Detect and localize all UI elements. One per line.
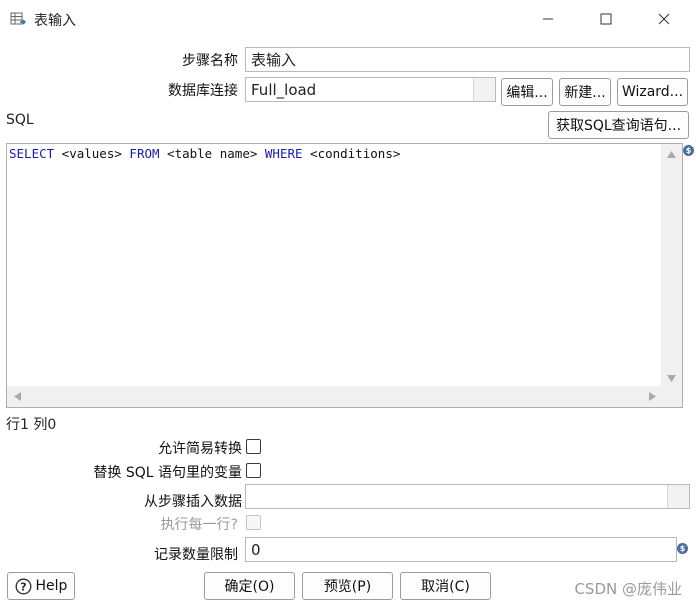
horizontal-scrollbar[interactable] bbox=[7, 386, 661, 407]
minimize-button[interactable] bbox=[525, 4, 571, 34]
sql-editor[interactable]: SELECT <values> FROM <table name> WHERE … bbox=[6, 143, 683, 408]
sql-label: SQL bbox=[6, 112, 34, 128]
vertical-scrollbar[interactable] bbox=[661, 144, 682, 386]
limit-value: 0 bbox=[251, 540, 261, 559]
step-name-input[interactable]: 表输入 bbox=[245, 47, 690, 72]
help-button-label: Help bbox=[35, 578, 68, 594]
sql-token-where: WHERE bbox=[264, 146, 303, 161]
scroll-up-icon[interactable] bbox=[667, 151, 676, 158]
limit-input[interactable]: 0 bbox=[245, 537, 677, 562]
scroll-down-icon[interactable] bbox=[667, 375, 676, 382]
insert-from-step-label: 从步骤插入数据 bbox=[144, 494, 242, 510]
title-bar: 表输入 bbox=[0, 0, 696, 38]
wizard-button[interactable]: Wizard... bbox=[617, 78, 688, 106]
limit-variable-icon: $ bbox=[677, 543, 688, 554]
db-connection-value: Full_load bbox=[251, 80, 317, 99]
help-button[interactable]: ? Help bbox=[7, 572, 75, 600]
sql-token-from: FROM bbox=[129, 146, 160, 161]
insert-from-step-dropdown-arrow[interactable] bbox=[667, 485, 689, 508]
ok-button[interactable]: 确定(O) bbox=[204, 572, 295, 600]
execute-each-row-label: 执行每一行? bbox=[160, 517, 238, 533]
watermark: CSDN @庞伟业 bbox=[574, 580, 682, 598]
step-name-value: 表输入 bbox=[251, 51, 297, 69]
limit-label: 记录数量限制 bbox=[154, 547, 238, 563]
cursor-position: 行1 列0 bbox=[6, 417, 57, 433]
replace-variables-checkbox[interactable] bbox=[246, 463, 261, 478]
step-name-label: 步骤名称 bbox=[182, 53, 238, 69]
close-icon bbox=[658, 13, 670, 25]
minimize-icon bbox=[543, 18, 553, 20]
window-title: 表输入 bbox=[34, 13, 76, 29]
new-connection-button[interactable]: 新建... bbox=[559, 78, 611, 106]
variable-icon: $ bbox=[683, 145, 694, 156]
edit-connection-button[interactable]: 编辑... bbox=[501, 78, 553, 106]
scrollbar-corner bbox=[661, 386, 682, 407]
insert-from-step-select[interactable] bbox=[245, 484, 690, 509]
maximize-icon bbox=[600, 13, 612, 25]
maximize-button[interactable] bbox=[583, 4, 629, 34]
lazy-conversion-checkbox[interactable] bbox=[246, 439, 261, 454]
sql-code[interactable]: SELECT <values> FROM <table name> WHERE … bbox=[9, 146, 400, 161]
db-connection-select[interactable]: Full_load bbox=[245, 77, 496, 102]
scroll-right-icon[interactable] bbox=[649, 392, 656, 401]
close-button[interactable] bbox=[641, 4, 687, 34]
db-connection-dropdown-arrow[interactable] bbox=[473, 78, 495, 101]
cancel-button[interactable]: 取消(C) bbox=[400, 572, 491, 600]
preview-button[interactable]: 预览(P) bbox=[302, 572, 393, 600]
sql-token-conditions: <conditions> bbox=[302, 146, 401, 161]
sql-token-table: <table name> bbox=[159, 146, 265, 161]
lazy-conversion-label: 允许简易转换 bbox=[158, 441, 242, 457]
sql-token-values: <values> bbox=[54, 146, 130, 161]
svg-text:?: ? bbox=[20, 580, 26, 593]
db-connection-label: 数据库连接 bbox=[168, 83, 238, 99]
table-input-icon bbox=[10, 12, 26, 25]
sql-token-select: SELECT bbox=[9, 146, 55, 161]
scroll-left-icon[interactable] bbox=[14, 392, 21, 401]
replace-variables-label: 替换 SQL 语句里的变量 bbox=[93, 465, 242, 481]
execute-each-row-checkbox bbox=[246, 515, 261, 530]
get-sql-button[interactable]: 获取SQL查询语句... bbox=[548, 111, 689, 139]
help-icon: ? bbox=[15, 578, 31, 594]
